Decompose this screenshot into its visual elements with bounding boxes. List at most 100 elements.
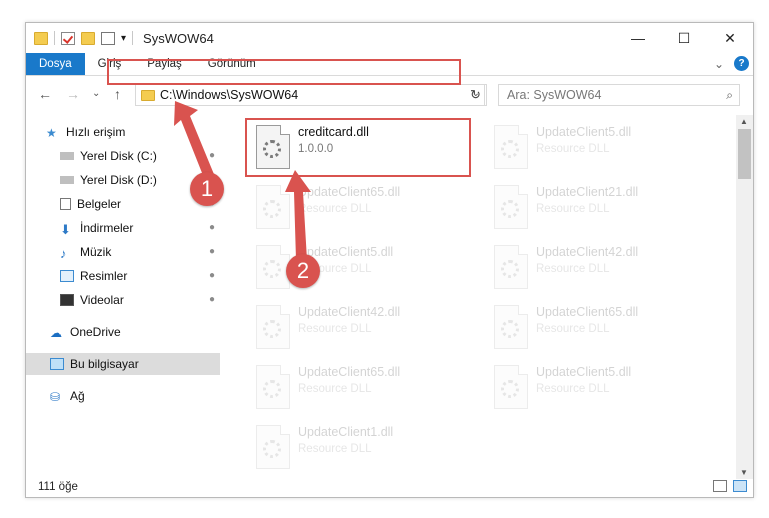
scroll-down-icon[interactable]: ▼ (740, 468, 748, 477)
dll-file-icon (494, 185, 528, 229)
sidebar-item-label: Yerel Disk (D:) (80, 173, 157, 187)
up-button[interactable]: ↑ (114, 86, 121, 102)
scrollbar-thumb[interactable] (738, 129, 751, 179)
new-folder-icon[interactable] (81, 31, 95, 45)
download-icon: ⬇ (60, 222, 71, 237)
file-description: Resource DLL (298, 323, 372, 335)
sidebar-item-label: Hızlı erişim (66, 125, 126, 139)
sidebar-item-videos[interactable]: Videolar ● (26, 289, 220, 311)
dll-file-icon (494, 125, 528, 169)
documents-icon (60, 198, 71, 210)
gear-icon (263, 200, 281, 218)
vertical-scrollbar[interactable]: ▲ ▼ (736, 115, 753, 479)
dll-file-icon (494, 365, 528, 409)
file-name: UpdateClient21.dll (536, 185, 639, 199)
item-count: 111 öğe (38, 481, 78, 493)
address-highlight-box (107, 59, 461, 85)
gear-icon (263, 260, 281, 278)
window-title: SysWOW64 (143, 30, 214, 46)
sidebar-item-pictures[interactable]: Resimler ● (26, 265, 220, 287)
file-name: UpdateClient5.dll (536, 125, 632, 139)
folder-icon (34, 31, 48, 45)
file-description: Resource DLL (298, 443, 372, 455)
search-input[interactable]: Ara: SysWOW64 ⌕ (498, 84, 740, 106)
file-name: UpdateClient42.dll (298, 305, 401, 319)
refresh-button[interactable]: ↻ (465, 84, 487, 106)
file-name: UpdateClient1.dll (298, 425, 394, 439)
gear-icon (501, 320, 519, 338)
arrow-2 (285, 170, 311, 260)
file-item[interactable]: UpdateClient65.dll Resource DLL (246, 179, 476, 235)
star-icon: ★ (46, 126, 57, 140)
properties-icon[interactable] (61, 31, 75, 45)
dll-file-icon (494, 245, 528, 289)
sidebar-item-onedrive[interactable]: ☁ OneDrive (26, 321, 220, 343)
search-icon[interactable]: ⌕ (726, 88, 733, 103)
pin-icon[interactable]: ● (209, 246, 215, 257)
file-description: Resource DLL (536, 263, 610, 275)
sidebar-item-this-pc[interactable]: Bu bilgisayar (26, 353, 220, 375)
explorer-window: ▾ SysWOW64 — ☐ ✕ Dosya Giriş Paylaş Görü… (25, 22, 754, 498)
expand-ribbon-icon[interactable]: ⌄ (714, 57, 724, 71)
file-highlight-box (245, 118, 471, 177)
customize-toolbar-icon[interactable]: ▾ (121, 33, 126, 44)
divider (54, 31, 55, 45)
forward-button[interactable]: → (66, 86, 80, 102)
file-name: UpdateClient42.dll (536, 245, 639, 259)
dll-file-icon (256, 425, 290, 469)
help-icon[interactable]: ? (734, 56, 749, 71)
back-button[interactable]: ← (38, 86, 52, 102)
sidebar-item-label: İndirmeler (80, 221, 134, 235)
videos-icon (60, 294, 74, 306)
search-placeholder: Ara: SysWOW64 (507, 88, 602, 102)
gear-icon (263, 440, 281, 458)
file-item[interactable]: UpdateClient5.dll Resource DLL (246, 239, 476, 295)
file-description: Resource DLL (298, 383, 372, 395)
drive-icon (60, 176, 74, 184)
toolbar-menu-icon[interactable] (101, 31, 115, 45)
sidebar-item-label: Bu bilgisayar (70, 357, 139, 371)
step-badge-2: 2 (286, 254, 320, 288)
scroll-up-icon[interactable]: ▲ (740, 117, 748, 126)
file-item[interactable]: UpdateClient1.dll Resource DLL (246, 419, 476, 475)
sidebar-item-network[interactable]: ⛁ Ağ (26, 385, 220, 407)
gear-icon (501, 200, 519, 218)
dll-file-icon (494, 305, 528, 349)
recent-locations-button[interactable]: ⌄ (92, 88, 100, 99)
file-name: UpdateClient65.dll (536, 305, 639, 319)
pin-icon[interactable]: ● (209, 222, 215, 233)
details-view-icon[interactable] (713, 480, 727, 492)
file-item[interactable]: UpdateClient5.dll Resource DLL (484, 119, 714, 175)
minimize-button[interactable]: — (615, 23, 661, 53)
computer-icon (50, 358, 64, 370)
sidebar-item-label: Ağ (70, 389, 85, 403)
close-button[interactable]: ✕ (707, 23, 753, 53)
file-item[interactable]: UpdateClient21.dll Resource DLL (484, 179, 714, 235)
gear-icon (501, 380, 519, 398)
pin-icon[interactable]: ● (209, 294, 215, 305)
maximize-button[interactable]: ☐ (661, 23, 707, 53)
sidebar-item-downloads[interactable]: ⬇ İndirmeler ● (26, 217, 220, 239)
pictures-icon (60, 270, 74, 282)
folder-icon (141, 89, 155, 101)
file-item[interactable]: UpdateClient65.dll Resource DLL (246, 359, 476, 415)
gear-icon (263, 320, 281, 338)
file-item[interactable]: UpdateClient42.dll Resource DLL (484, 239, 714, 295)
step-badge-1: 1 (190, 172, 224, 206)
pin-icon[interactable]: ● (209, 270, 215, 281)
file-description: Resource DLL (536, 323, 610, 335)
cloud-icon: ☁ (50, 326, 62, 340)
sidebar-item-label: Videolar (80, 293, 124, 307)
gear-icon (501, 140, 519, 158)
file-item[interactable]: UpdateClient65.dll Resource DLL (484, 299, 714, 355)
file-item[interactable]: UpdateClient5.dll Resource DLL (484, 359, 714, 415)
file-item[interactable]: UpdateClient42.dll Resource DLL (246, 299, 476, 355)
tiles-view-icon[interactable] (733, 480, 747, 492)
divider (132, 31, 134, 45)
sidebar-item-label: Belgeler (77, 197, 122, 211)
sidebar-item-music[interactable]: ♪ Müzik ● (26, 241, 220, 263)
dll-file-icon (256, 365, 290, 409)
file-name: UpdateClient65.dll (298, 365, 401, 379)
sidebar-item-label: Yerel Disk (C:) (80, 149, 157, 163)
tab-file[interactable]: Dosya (26, 53, 85, 75)
